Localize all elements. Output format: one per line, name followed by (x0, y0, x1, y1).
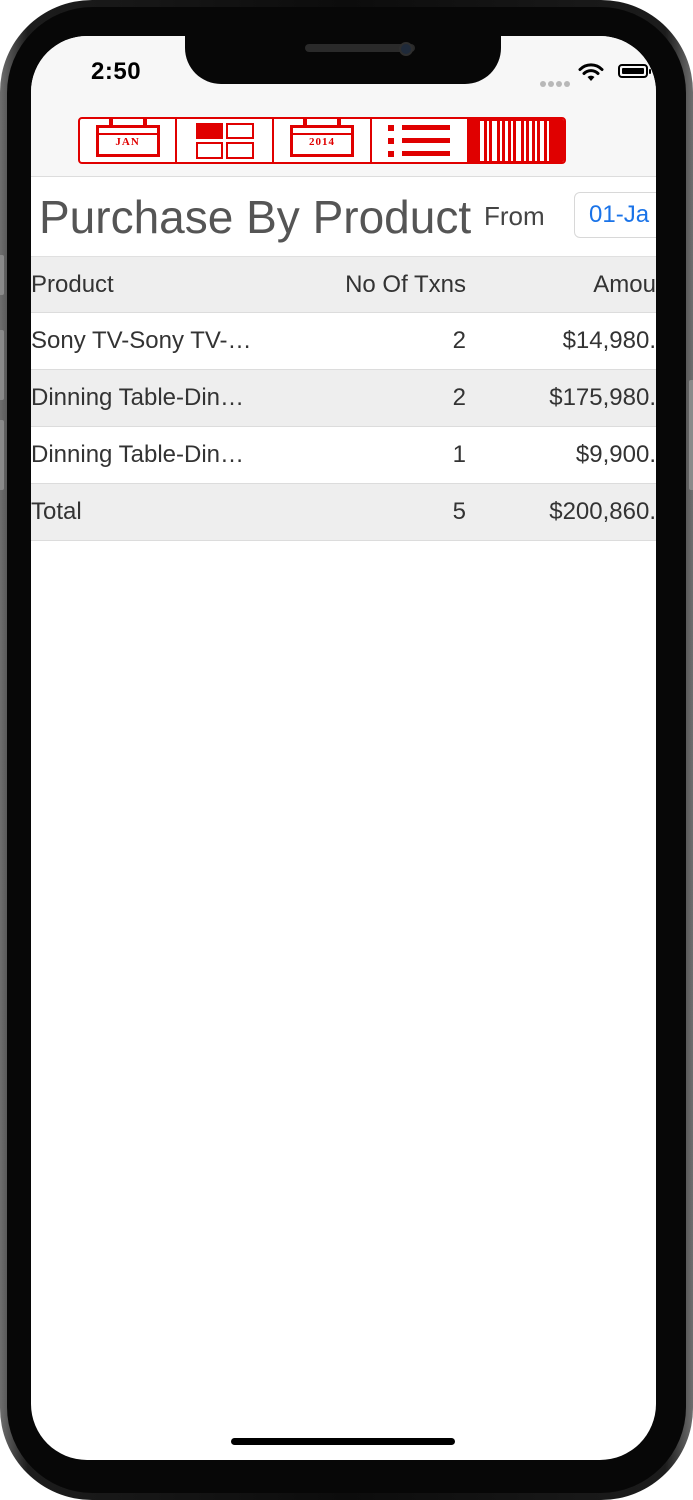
view-segmented-control: JAN 2014 (78, 117, 566, 164)
cell-txns: 2 (452, 327, 466, 354)
total-label: Total (31, 498, 82, 525)
device-frame: JAN 2014 Purchase By Product From 01-Ja … (0, 0, 693, 1500)
header-txns[interactable]: No Of Txns (345, 257, 466, 313)
cell-product: Sony TV-Sony TV-… (31, 327, 252, 354)
grid-icon (195, 122, 254, 159)
home-indicator[interactable] (231, 1438, 455, 1445)
table-header-row: Product No Of Txns Amou (31, 256, 656, 313)
cell-amount: $175,980. (549, 384, 656, 411)
header-amount[interactable]: Amou (593, 257, 656, 313)
side-button (689, 380, 693, 490)
from-label: From (484, 201, 545, 231)
list-icon (388, 124, 451, 157)
table-total-row: Total 5 $200,860. (31, 484, 656, 541)
cell-amount: $14,980. (562, 327, 656, 354)
purchase-table: Product No Of Txns Amou Sony TV-Sony TV-… (31, 256, 656, 541)
barcode-icon (478, 120, 554, 161)
cell-amount: $9,900. (575, 441, 656, 468)
cell-txns: 2 (452, 384, 466, 411)
volume-down-button (0, 420, 4, 490)
top-toolbar: JAN 2014 (31, 36, 656, 177)
calendar-month-icon: JAN (95, 119, 160, 157)
volume-up-button (0, 330, 4, 400)
calendar-year-icon: 2014 (290, 119, 354, 157)
cell-product: Dinning Table-Din… (31, 441, 244, 468)
segment-year-view[interactable]: 2014 (274, 119, 372, 162)
segment-list-view[interactable] (372, 119, 469, 162)
table-row[interactable]: Dinning Table-Din… 1 $9,900. (31, 427, 656, 484)
total-amount: $200,860. (549, 498, 656, 525)
segment-barcode-view[interactable] (468, 119, 564, 162)
segment-dashboard-view[interactable] (177, 119, 275, 162)
calendar-year-label: 2014 (293, 133, 351, 148)
from-date-field[interactable]: 01-Ja (574, 192, 656, 238)
table-row[interactable]: Dinning Table-Din… 2 $175,980. (31, 370, 656, 427)
screen: JAN 2014 Purchase By Product From 01-Ja … (31, 36, 656, 1460)
table-row[interactable]: Sony TV-Sony TV-… 2 $14,980. (31, 313, 656, 370)
segment-month-view[interactable]: JAN (80, 119, 178, 162)
page-title: Purchase By Product (39, 191, 472, 243)
total-txns: 5 (452, 498, 466, 525)
cell-txns: 1 (452, 441, 466, 468)
header-product[interactable]: Product (31, 257, 261, 313)
calendar-month-label: JAN (98, 133, 157, 148)
cell-product: Dinning Table-Din… (31, 384, 244, 411)
mute-switch (0, 255, 4, 295)
